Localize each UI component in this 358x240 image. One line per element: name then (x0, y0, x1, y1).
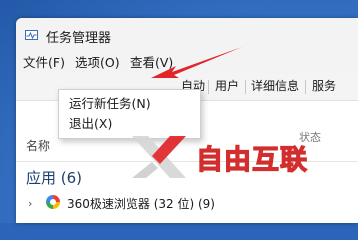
badge-text: 好装机 (274, 185, 340, 209)
badge-logo-icon (226, 174, 270, 218)
corner-badge: 好装机 (222, 168, 358, 223)
x-logo-icon (132, 136, 186, 178)
